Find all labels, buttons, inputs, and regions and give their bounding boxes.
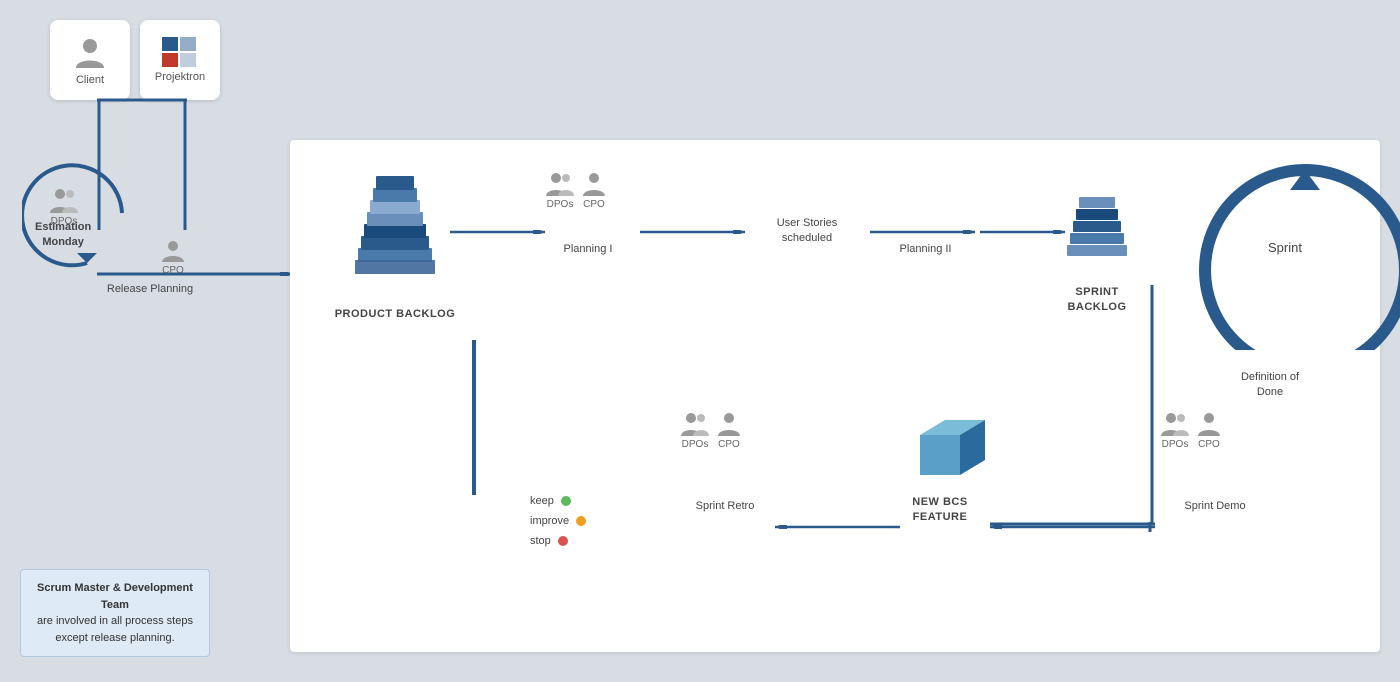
- sprint-demo-label: Sprint Demo: [1160, 500, 1270, 512]
- product-backlog-label: PRODUCT BACKLOG: [320, 308, 470, 320]
- main-process-box: PRODUCT BACKLOG DPOs CPO Planning I: [290, 140, 1380, 652]
- sprint-retro-dpos-icon: [680, 410, 710, 436]
- cpo-left: CPO: [160, 238, 186, 276]
- retro-items: keep improve stop: [530, 492, 586, 551]
- scrum-note-text: are involved in all process stepsexcept …: [33, 613, 197, 646]
- sprint-demo-cpo-icon: [1196, 410, 1222, 436]
- keep-dot: [561, 496, 571, 506]
- stop-dot: [558, 536, 568, 546]
- client-icon-box: Client: [50, 20, 130, 100]
- demo-to-bcs-arrow: [985, 525, 1155, 529]
- keep-item: keep: [530, 492, 586, 512]
- top-icons-container: Client Projektron: [50, 20, 220, 100]
- sprint-demo-dpos-icon: [1160, 410, 1190, 436]
- planning1-cpo: CPO: [581, 170, 607, 210]
- dpos-circle-person-icon: [48, 185, 80, 213]
- planning1-dpos-icon: [545, 170, 575, 196]
- planning1-cpo-icon: [581, 170, 607, 196]
- sprint-backlog-icon: [1062, 175, 1132, 280]
- planning2-to-sprintbacklog-arrow: [980, 230, 1070, 234]
- improve-dot: [576, 516, 586, 526]
- cpo-left-person-icon: [160, 238, 186, 262]
- planning1-persons: DPOs CPO: [545, 170, 607, 210]
- top-connect-line: [97, 98, 187, 102]
- sprint-retro-dpos: DPOs: [680, 410, 710, 450]
- product-backlog-icon: [350, 170, 440, 305]
- improve-item: improve: [530, 512, 586, 532]
- definition-of-done-label: Definition ofDone: [1210, 370, 1330, 401]
- sprint-label: Sprint: [1245, 240, 1325, 255]
- bcs-feature-icon: [905, 410, 985, 495]
- planning1-label: Planning I: [548, 243, 628, 255]
- projektron-line: [183, 100, 187, 230]
- sprint-demo-persons: DPOs CPO: [1160, 410, 1222, 450]
- sprint-backlog-stack-svg: [1062, 175, 1132, 275]
- planning1-dpos: DPOs: [545, 170, 575, 210]
- backlog-to-planning1-arrow: [450, 230, 550, 234]
- stop-item: stop: [530, 532, 586, 552]
- projektron-label: Projektron: [155, 71, 205, 83]
- user-stories-label: User Storiesscheduled: [752, 216, 862, 247]
- projektron-icon-box: Projektron: [140, 20, 220, 100]
- estimation-monday-label: EstimationMonday: [35, 220, 91, 251]
- sprint-backlog-label: SPRINTBACKLOG: [1052, 285, 1142, 316]
- sprint-retro-persons: DPOs CPO: [680, 410, 742, 450]
- userstories-to-planning2-arrow: [870, 230, 980, 234]
- client-label: Client: [76, 74, 104, 86]
- scrum-note-bold: Scrum Master & Development Team: [37, 582, 193, 611]
- estimation-circle-arrow: [22, 148, 152, 278]
- sprint-retro-cpo: CPO: [716, 410, 742, 450]
- planning1-to-userstories-arrow: [640, 230, 750, 234]
- daily-scrum-label: DailyScrum: [1388, 243, 1400, 277]
- scrum-master-note: Scrum Master & Development Team are invo…: [20, 569, 210, 657]
- sprint-demo-cpo: CPO: [1196, 410, 1222, 450]
- backlog-to-demo-line: [1145, 285, 1159, 525]
- bcs-to-retro-arrow: [770, 525, 900, 529]
- release-planning-label: Release Planning: [95, 283, 205, 295]
- release-planning-arrow: [97, 272, 297, 276]
- planning2-label: Planning II: [878, 243, 973, 255]
- cpo-left-text: CPO: [160, 265, 186, 276]
- sprint-retro-cpo-icon: [716, 410, 742, 436]
- projektron-logo-icon: [162, 37, 198, 67]
- bcs-feature-label: NEW BCSFEATURE: [890, 495, 990, 526]
- sprint-demo-dpos: DPOs: [1160, 410, 1190, 450]
- client-person-icon: [72, 34, 108, 70]
- sprint-retro-label: Sprint Retro: [680, 500, 770, 512]
- backlog-stack-svg: [350, 170, 440, 300]
- bcs-cube-svg: [905, 410, 985, 490]
- retro-to-backlog-arrow: [472, 335, 476, 495]
